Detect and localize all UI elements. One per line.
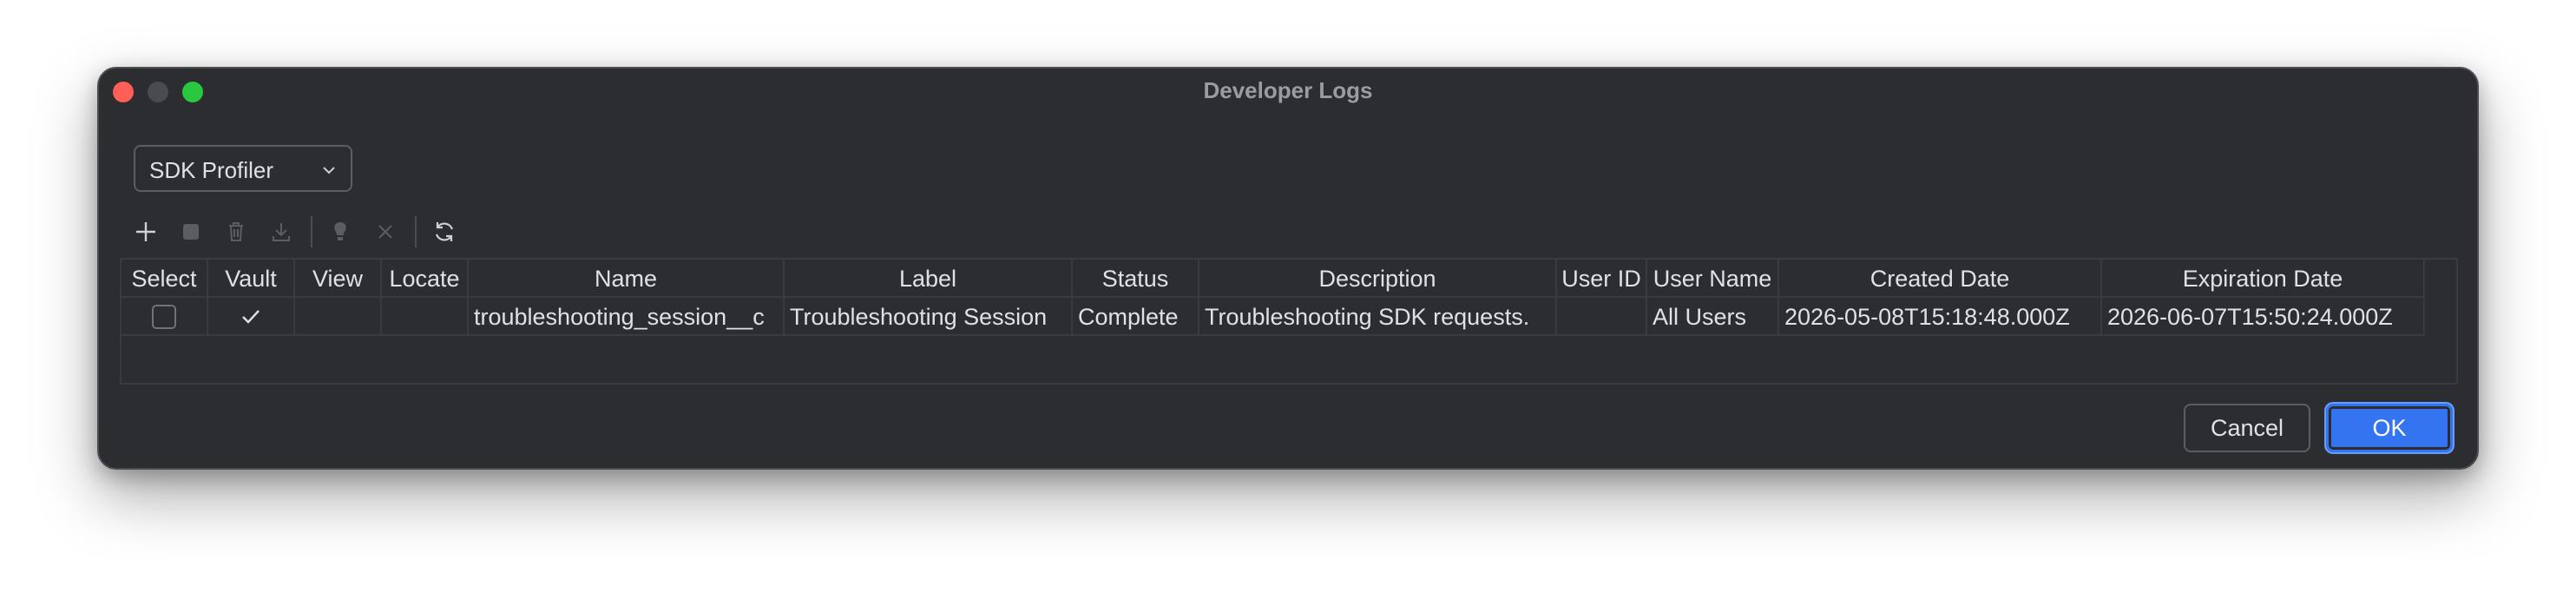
column-header-vault[interactable]: Vault — [208, 260, 295, 298]
column-header-label[interactable]: Label — [785, 260, 1073, 298]
ok-button[interactable]: OK — [2326, 404, 2453, 452]
column-header-locate[interactable]: Locate — [382, 260, 469, 298]
screen: Developer Logs SDK Profiler Select Vault… — [0, 0, 2576, 599]
column-header-created-date[interactable]: Created Date — [1779, 260, 2102, 298]
column-header-user-id[interactable]: User ID — [1557, 260, 1647, 298]
close-icon — [378, 225, 392, 239]
column-header-select[interactable]: Select — [122, 260, 208, 298]
logs-table: Select Vault View Locate Name Label Stat… — [120, 258, 2458, 385]
delete-button[interactable] — [220, 216, 252, 247]
name-cell: troubleshooting_session__c — [469, 298, 785, 336]
toolbar-separator — [415, 216, 417, 247]
add-icon — [136, 222, 155, 241]
add-button[interactable] — [130, 216, 161, 247]
lightbulb-icon — [334, 222, 346, 240]
window-title: Developer Logs — [1203, 77, 1373, 103]
download-icon — [273, 223, 290, 241]
status-cell: Complete — [1073, 298, 1199, 336]
developer-logs-dialog: Developer Logs SDK Profiler Select Vault… — [97, 67, 2479, 470]
column-header-name[interactable]: Name — [469, 260, 785, 298]
column-header-status[interactable]: Status — [1073, 260, 1199, 298]
table-header: Select Vault View Locate Name Label Stat… — [122, 260, 2425, 298]
view-cell[interactable] — [295, 298, 382, 336]
chevron-down-icon — [323, 167, 335, 174]
toolbar-separator — [311, 216, 312, 247]
title-bar: Developer Logs — [99, 69, 2477, 117]
stop-icon — [183, 224, 199, 240]
column-header-description[interactable]: Description — [1199, 260, 1557, 298]
download-button[interactable] — [266, 216, 297, 247]
user-name-cell: All Users — [1647, 298, 1779, 336]
created-date-cell: 2026-05-08T15:18:48.000Z — [1779, 298, 2102, 336]
column-header-expiration-date[interactable]: Expiration Date — [2102, 260, 2425, 298]
dropdown-selected-value: SDK Profiler — [149, 157, 274, 183]
table-row[interactable]: troubleshooting_session__c Troubleshooti… — [122, 298, 2425, 336]
toolbar — [130, 214, 474, 249]
cancel-button[interactable]: Cancel — [2184, 404, 2310, 452]
cancel-session-button[interactable] — [370, 216, 401, 247]
user-id-cell — [1557, 298, 1647, 336]
stop-button[interactable] — [175, 216, 207, 247]
expiration-date-cell: 2026-06-07T15:50:24.000Z — [2102, 298, 2425, 336]
log-type-dropdown[interactable]: SDK Profiler — [134, 145, 352, 192]
description-cell: Troubleshooting SDK requests. — [1199, 298, 1557, 336]
select-cell — [122, 298, 208, 336]
refresh-button[interactable] — [429, 216, 460, 247]
locate-cell[interactable] — [382, 298, 469, 336]
hint-button[interactable] — [325, 216, 356, 247]
column-header-view[interactable]: View — [295, 260, 382, 298]
delete-icon — [229, 222, 243, 241]
checkmark-icon — [242, 310, 260, 324]
vault-cell — [208, 298, 295, 336]
select-checkbox[interactable] — [152, 304, 176, 329]
column-header-user-name[interactable]: User Name — [1647, 260, 1779, 298]
refresh-icon — [435, 222, 454, 241]
label-cell: Troubleshooting Session — [785, 298, 1073, 336]
